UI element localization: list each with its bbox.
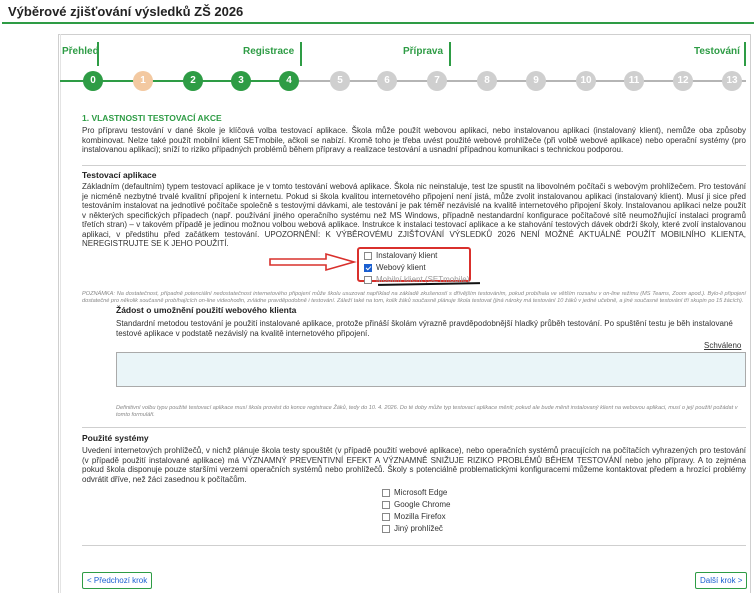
phase-tick-testovani	[744, 42, 746, 66]
systems-heading: Použité systémy	[82, 433, 149, 443]
step-0[interactable]: 0	[83, 71, 103, 91]
edge-label: Microsoft Edge	[394, 488, 448, 497]
step-9[interactable]: 9	[526, 71, 546, 91]
section-title: 1. VLASTNOSTI TESTOVACÍ AKCE	[82, 113, 222, 123]
chrome-checkbox[interactable]	[382, 500, 390, 509]
step-10[interactable]: 10	[576, 71, 596, 91]
previous-step-button[interactable]: < Předchozí krok	[82, 572, 153, 589]
firefox-label: Mozilla Firefox	[394, 512, 446, 521]
step-8[interactable]: 8	[477, 71, 497, 91]
frame-divider	[60, 34, 61, 593]
app-description: Základním (defaultním) typem testovací a…	[82, 182, 746, 248]
mobile-client-checkbox[interactable]	[364, 275, 372, 284]
request-text: Standardní metodou testování je použití …	[116, 319, 733, 338]
firefox-checkbox[interactable]	[382, 512, 390, 521]
request-status: Schváleno	[704, 341, 742, 350]
installed-client-checkbox[interactable]	[364, 251, 372, 260]
section-intro: Pro přípravu testování v dané škole je k…	[82, 126, 746, 154]
other-browser-label: Jiný prohlížeč	[394, 524, 443, 533]
phase-tick-registrace	[300, 42, 302, 66]
step-13[interactable]: 13	[722, 71, 742, 91]
request-textarea[interactable]	[116, 352, 746, 387]
option-edge[interactable]: Microsoft Edge	[382, 488, 447, 497]
web-client-checkbox[interactable]	[364, 263, 372, 272]
other-browser-checkbox[interactable]	[382, 524, 390, 533]
option-chrome[interactable]: Google Chrome	[382, 500, 450, 509]
option-installed-client[interactable]: Instalovaný klient	[364, 251, 437, 260]
option-firefox[interactable]: Mozilla Firefox	[382, 512, 446, 521]
systems-description: Uvedení internetových prohlížečů, v nich…	[82, 446, 746, 484]
app-heading: Testovací aplikace	[82, 170, 157, 180]
request-title: Žádost o umožnění použití webového klien…	[116, 305, 297, 315]
title-divider	[2, 22, 754, 24]
step-5[interactable]: 5	[330, 71, 350, 91]
nav-divider	[82, 545, 746, 546]
option-other-browser[interactable]: Jiný prohlížeč	[382, 524, 443, 533]
phase-registrace[interactable]: Registrace	[243, 46, 294, 57]
app-note-1: POZNÁMKA: Na dostatečnost, případně pote…	[82, 291, 746, 304]
chrome-label: Google Chrome	[394, 500, 451, 509]
systems-divider	[82, 427, 746, 428]
step-4[interactable]: 4	[279, 71, 299, 91]
option-web-client[interactable]: Webový klient	[364, 263, 426, 272]
phase-tick-prehled	[97, 42, 99, 66]
step-12[interactable]: 12	[673, 71, 693, 91]
edge-checkbox[interactable]	[382, 488, 390, 497]
installed-client-label: Instalovaný klient	[376, 251, 438, 260]
next-step-button[interactable]: Další krok >	[695, 572, 748, 589]
step-2[interactable]: 2	[183, 71, 203, 91]
phase-tick-priprava	[449, 42, 451, 66]
page-title: Výběrové zjišťování výsledků ZŠ 2026	[8, 4, 244, 19]
web-client-label: Webový klient	[376, 263, 426, 272]
step-7[interactable]: 7	[427, 71, 447, 91]
phase-testovani[interactable]: Testování	[694, 46, 740, 57]
step-11[interactable]: 11	[624, 71, 644, 91]
annotation-arrow-icon	[269, 252, 357, 272]
request-note: Definitivní volbu typu použité testovací…	[116, 405, 738, 418]
phase-priprava[interactable]: Příprava	[403, 46, 443, 57]
step-3[interactable]: 3	[231, 71, 251, 91]
phase-prehled[interactable]: Přehled	[62, 46, 99, 57]
step-6[interactable]: 6	[377, 71, 397, 91]
section-divider	[82, 165, 746, 166]
step-1[interactable]: 1	[133, 71, 153, 91]
